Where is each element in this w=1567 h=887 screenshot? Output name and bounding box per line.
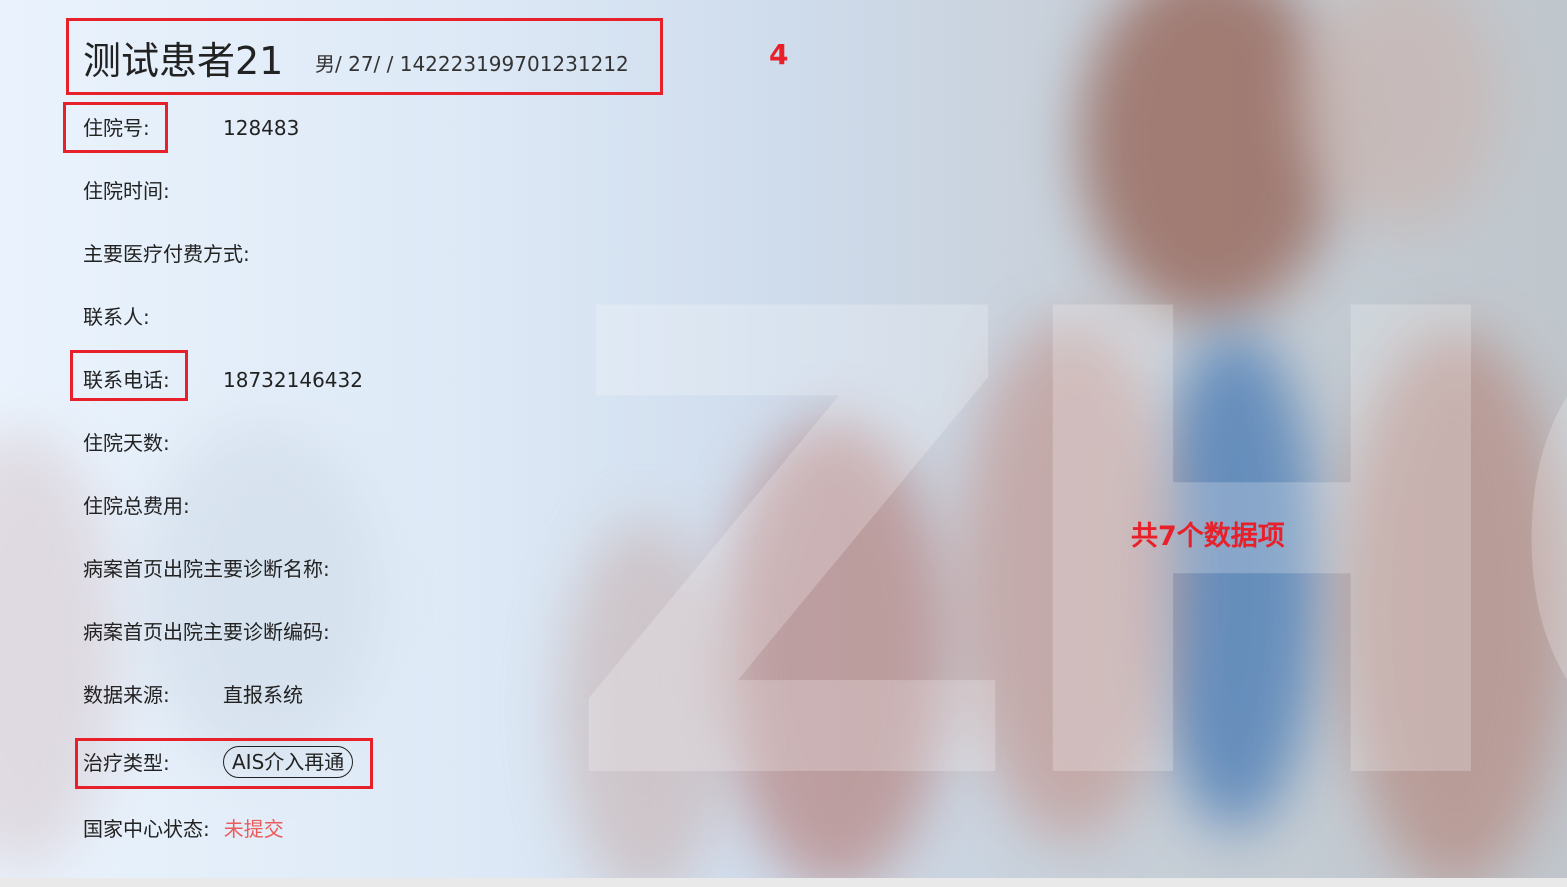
field-diagnosis-code: 病案首页出院主要诊断编码:	[83, 617, 330, 647]
field-total-cost: 住院总费用:	[83, 491, 190, 521]
field-label: 住院时间:	[83, 179, 170, 203]
field-national-status: 国家中心状态: 未提交	[83, 814, 284, 844]
field-value: 128483	[223, 116, 300, 140]
field-label: 联系人:	[83, 305, 150, 329]
field-label: 病案首页出院主要诊断名称:	[83, 557, 330, 581]
annotation-box-admission-no	[63, 102, 168, 153]
field-label: 住院总费用:	[83, 494, 190, 518]
field-value: 直报系统	[223, 683, 303, 707]
field-admission-time: 住院时间:	[83, 176, 170, 206]
field-label: 主要医疗付费方式:	[83, 242, 250, 266]
field-value: 18732146432	[223, 368, 363, 392]
annotation-box-header	[66, 18, 663, 95]
annotation-total: 共7个数据项	[1131, 521, 1285, 552]
annotation-box-treatment-type	[75, 738, 373, 789]
field-stay-days: 住院天数:	[83, 428, 170, 458]
field-contact: 联系人:	[83, 302, 150, 332]
patient-detail-panel: 测试患者21 男/ 27/ / 142223199701231212 4 住院号…	[0, 0, 1567, 887]
field-label: 病案首页出院主要诊断编码:	[83, 620, 330, 644]
field-label: 国家中心状态:	[83, 817, 210, 841]
annotation-box-contact-phone	[70, 350, 188, 401]
annotation-count: 4	[769, 38, 789, 71]
field-label: 数据来源:	[83, 683, 170, 707]
national-status-value: 未提交	[223, 817, 284, 841]
field-payment-method: 主要医疗付费方式:	[83, 239, 250, 269]
bottom-scroll-track	[0, 878, 1567, 887]
field-diagnosis-name: 病案首页出院主要诊断名称:	[83, 554, 330, 584]
field-data-source: 数据来源: 直报系统	[83, 680, 303, 710]
field-label: 住院天数:	[83, 431, 170, 455]
